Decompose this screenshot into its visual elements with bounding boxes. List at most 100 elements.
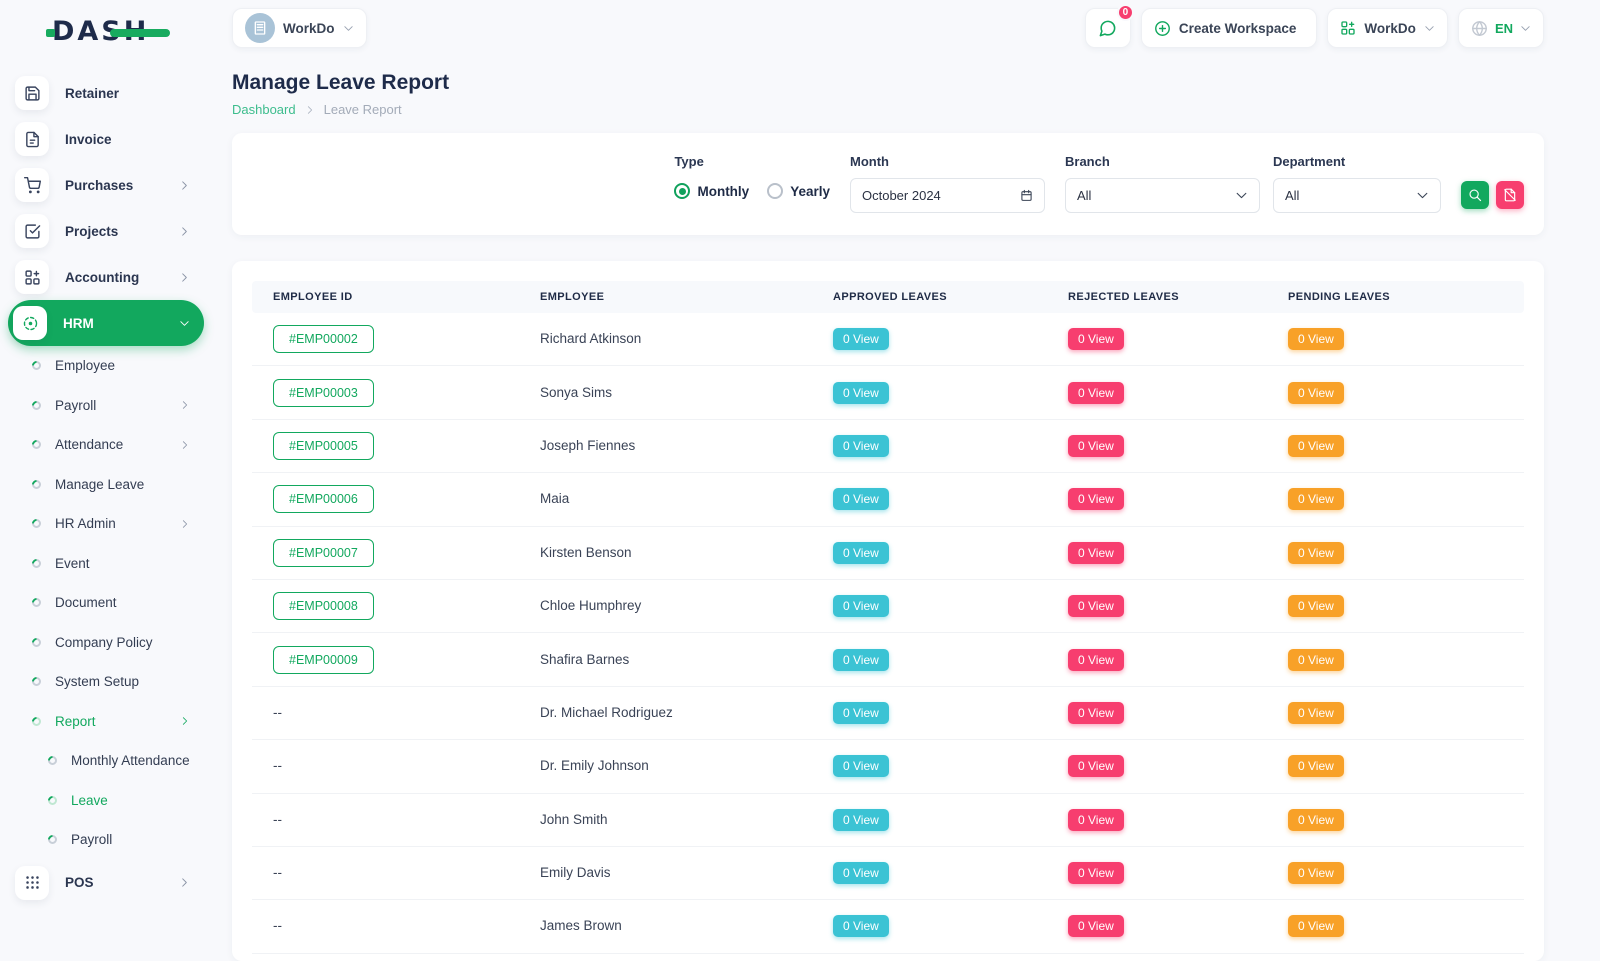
table-row: --John Smith0 View0 View0 View [252, 794, 1524, 847]
chevron-right-icon [180, 400, 190, 410]
chevron-down-icon [1235, 189, 1248, 202]
radio-monthly-control[interactable] [674, 183, 690, 199]
pending-leaves-view-badge[interactable]: 0 View [1288, 328, 1344, 350]
radio-yearly-control[interactable] [767, 183, 783, 199]
sidebar-item-projects[interactable]: Projects [8, 208, 204, 254]
type-radio-group: Monthly Yearly [674, 183, 830, 199]
reset-button[interactable] [1496, 181, 1524, 209]
logo-bar [110, 29, 170, 37]
sidebar-item-manage-leave[interactable]: Manage Leave [8, 465, 204, 505]
employee-id-button[interactable]: #EMP00003 [273, 379, 374, 407]
employee-id-button[interactable]: #EMP00007 [273, 539, 374, 567]
rejected-leaves-view-badge[interactable]: 0 View [1068, 649, 1124, 671]
employee-id-button[interactable]: #EMP00008 [273, 592, 374, 620]
chevron-down-icon [1424, 23, 1435, 34]
rejected-leaves-view-badge[interactable]: 0 View [1068, 595, 1124, 617]
branch-filter: Branch All [1065, 154, 1260, 213]
table-row: #EMP00006Maia0 View0 View0 View [252, 473, 1524, 526]
sidebar-item-employee[interactable]: Employee [8, 346, 204, 386]
employee-id-button[interactable]: #EMP00002 [273, 325, 374, 353]
workspace-selector[interactable]: WorkDo [232, 8, 367, 48]
month-input[interactable]: October 2024 [850, 178, 1045, 213]
bullet-icon [30, 438, 43, 451]
pending-leaves-view-badge[interactable]: 0 View [1288, 649, 1344, 671]
table-header-row: EMPLOYEE ID EMPLOYEE APPROVED LEAVES REJ… [252, 281, 1524, 313]
rejected-leaves-view-badge[interactable]: 0 View [1068, 542, 1124, 564]
approved-leaves-view-badge[interactable]: 0 View [833, 328, 889, 350]
pending-leaves-view-badge[interactable]: 0 View [1288, 595, 1344, 617]
sidebar-item-event[interactable]: Event [8, 544, 204, 584]
employee-id-button[interactable]: #EMP00006 [273, 485, 374, 513]
sidebar-item-purchases[interactable]: Purchases [8, 162, 204, 208]
approved-leaves-view-badge[interactable]: 0 View [833, 488, 889, 510]
search-button[interactable] [1461, 181, 1489, 209]
rejected-leaves-view-badge[interactable]: 0 View [1068, 755, 1124, 777]
check-square-icon [15, 214, 49, 248]
sidebar-item-monthly-attendance[interactable]: Monthly Attendance [8, 741, 204, 781]
employee-name: James Brown [540, 918, 622, 933]
sidebar-item-report[interactable]: Report [8, 702, 204, 742]
pending-leaves-view-badge[interactable]: 0 View [1288, 488, 1344, 510]
pending-leaves-view-badge[interactable]: 0 View [1288, 755, 1344, 777]
pending-leaves-view-badge[interactable]: 0 View [1288, 862, 1344, 884]
rejected-leaves-view-badge[interactable]: 0 View [1068, 328, 1124, 350]
create-workspace-button[interactable]: Create Workspace [1141, 8, 1318, 48]
sidebar-item-pos[interactable]: POS [8, 860, 204, 906]
rejected-leaves-view-badge[interactable]: 0 View [1068, 915, 1124, 937]
approved-leaves-view-badge[interactable]: 0 View [833, 435, 889, 457]
sidebar-item-retainer[interactable]: Retainer [8, 70, 204, 116]
type-filter: Type Monthly Yearly [674, 154, 830, 199]
chevron-right-icon [180, 519, 190, 529]
pending-leaves-view-badge[interactable]: 0 View [1288, 435, 1344, 457]
chevron-right-icon [179, 180, 190, 191]
sidebar-item-attendance[interactable]: Attendance [8, 425, 204, 465]
pending-leaves-view-badge[interactable]: 0 View [1288, 915, 1344, 937]
employee-name: Dr. Emily Johnson [540, 758, 649, 773]
rejected-leaves-view-badge[interactable]: 0 View [1068, 702, 1124, 724]
sidebar-item-leave[interactable]: Leave [8, 781, 204, 821]
breadcrumb-dashboard-link[interactable]: Dashboard [232, 102, 296, 117]
sidebar-item-hr-admin[interactable]: HR Admin [8, 504, 204, 544]
bullet-icon [30, 675, 43, 688]
sidebar-item-accounting[interactable]: Accounting [8, 254, 204, 300]
radio-monthly[interactable]: Monthly [674, 183, 749, 199]
approved-leaves-view-badge[interactable]: 0 View [833, 542, 889, 564]
radio-yearly[interactable]: Yearly [767, 183, 830, 199]
app-logo[interactable]: DASH [0, 0, 212, 62]
rejected-leaves-view-badge[interactable]: 0 View [1068, 809, 1124, 831]
language-selector[interactable]: EN [1458, 8, 1544, 48]
rejected-leaves-view-badge[interactable]: 0 View [1068, 382, 1124, 404]
sidebar-item-invoice[interactable]: Invoice [8, 116, 204, 162]
employee-id-button[interactable]: #EMP00009 [273, 646, 374, 674]
approved-leaves-view-badge[interactable]: 0 View [833, 915, 889, 937]
rejected-leaves-view-badge[interactable]: 0 View [1068, 435, 1124, 457]
employee-name: Dr. Michael Rodriguez [540, 705, 673, 720]
sidebar-item-company-policy[interactable]: Company Policy [8, 623, 204, 663]
pending-leaves-view-badge[interactable]: 0 View [1288, 542, 1344, 564]
approved-leaves-view-badge[interactable]: 0 View [833, 382, 889, 404]
approved-leaves-view-badge[interactable]: 0 View [833, 755, 889, 777]
approved-leaves-view-badge[interactable]: 0 View [833, 595, 889, 617]
radio-monthly-label: Monthly [697, 184, 749, 199]
approved-leaves-view-badge[interactable]: 0 View [833, 862, 889, 884]
bullet-icon [30, 715, 43, 728]
sidebar-item-system-setup[interactable]: System Setup [8, 662, 204, 702]
approved-leaves-view-badge[interactable]: 0 View [833, 809, 889, 831]
pending-leaves-view-badge[interactable]: 0 View [1288, 809, 1344, 831]
employee-id-button[interactable]: #EMP00005 [273, 432, 374, 460]
messages-button[interactable]: 0 [1085, 8, 1131, 48]
pending-leaves-view-badge[interactable]: 0 View [1288, 382, 1344, 404]
branch-select[interactable]: All [1065, 178, 1260, 213]
sidebar-item-document[interactable]: Document [8, 583, 204, 623]
approved-leaves-view-badge[interactable]: 0 View [833, 702, 889, 724]
department-select[interactable]: All [1273, 178, 1441, 213]
approved-leaves-view-badge[interactable]: 0 View [833, 649, 889, 671]
sidebar-item-hrm[interactable]: HRM [8, 300, 204, 346]
rejected-leaves-view-badge[interactable]: 0 View [1068, 862, 1124, 884]
workdo-menu-button[interactable]: WorkDo [1327, 8, 1448, 48]
employee-name: Joseph Fiennes [540, 438, 635, 453]
pending-leaves-view-badge[interactable]: 0 View [1288, 702, 1344, 724]
rejected-leaves-view-badge[interactable]: 0 View [1068, 488, 1124, 510]
sidebar-item-payroll[interactable]: Payroll [8, 386, 204, 426]
sidebar-item-payroll[interactable]: Payroll [8, 820, 204, 860]
